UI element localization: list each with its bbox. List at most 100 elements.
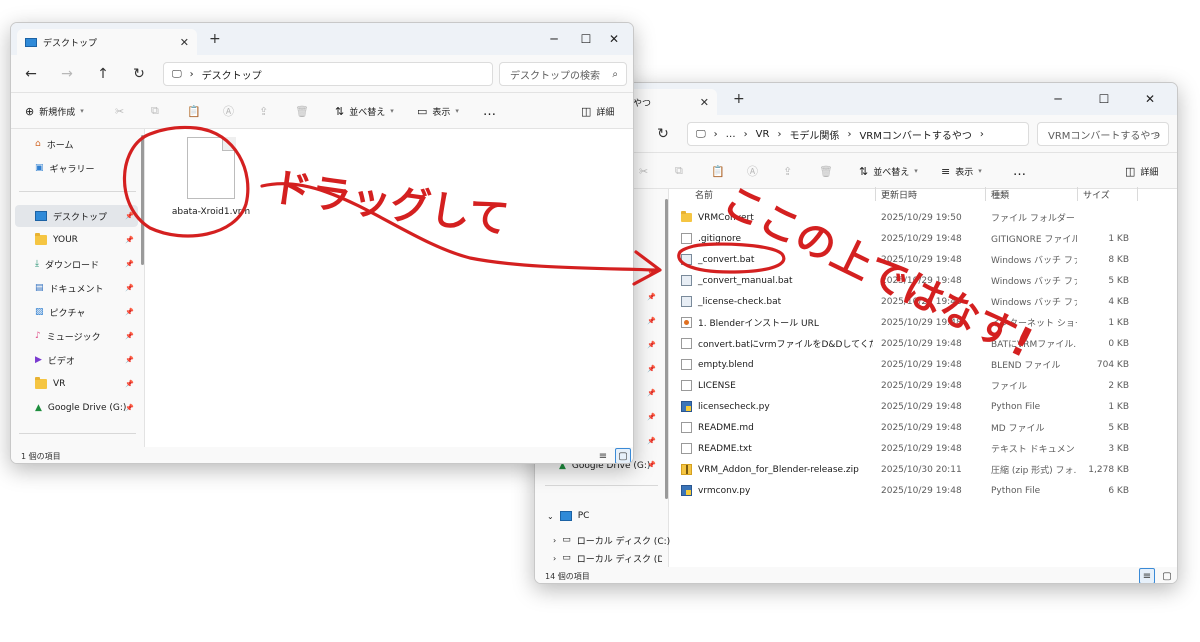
column-header-type[interactable]: 種類 xyxy=(991,183,1009,205)
refresh-button[interactable]: ↻ xyxy=(127,62,151,86)
sidebar-item-pc[interactable]: ⌄ PC xyxy=(539,505,662,527)
tab-close-icon[interactable]: ✕ xyxy=(180,36,189,49)
share-button[interactable]: ⇪ xyxy=(259,93,268,129)
minimize-button[interactable]: ─ xyxy=(1035,83,1081,115)
more-label: … xyxy=(1013,163,1026,179)
column-divider[interactable] xyxy=(1077,187,1078,201)
address-bar[interactable]: 🖵 › デスクトップ xyxy=(163,62,493,86)
breadcrumb-desktop[interactable]: デスクトップ xyxy=(202,67,262,82)
search-input[interactable]: デスクトップの検索 ⌕ xyxy=(499,62,627,86)
table-row[interactable]: empty.blend 2025/10/29 19:48 BLEND ファイル 704… xyxy=(675,354,1175,375)
refresh-button[interactable]: ↻ xyxy=(651,122,675,146)
sidebar-label: PC xyxy=(577,511,590,521)
tab-close-icon[interactable]: ✕ xyxy=(700,96,709,109)
sidebar-item-downloads[interactable]: ⤓ ダウンロード 📌 xyxy=(15,253,138,275)
table-row[interactable]: README.txt 2025/10/29 19:48 テキスト ドキュメント 3 K… xyxy=(675,438,1175,459)
search-input[interactable]: VRMコンバートするやつ ⌕ xyxy=(1037,122,1169,146)
maximize-button[interactable]: ☐ xyxy=(1081,83,1127,115)
close-button[interactable]: ✕ xyxy=(1127,83,1173,115)
table-row[interactable]: licensecheck.py 2025/10/29 19:48 Python Fi… xyxy=(675,396,1175,417)
file-type: MD ファイル xyxy=(991,424,1045,434)
column-header-size[interactable]: サイズ xyxy=(1083,183,1110,205)
sidebar-item-desktop[interactable]: デスクトップ 📌 xyxy=(15,205,138,227)
close-button[interactable]: ✕ xyxy=(591,23,633,55)
forward-button[interactable]: → xyxy=(55,62,79,86)
column-divider[interactable] xyxy=(985,187,986,201)
sidebar-item-local-disk-c[interactable]: › ▭ ローカル ディスク (C:) xyxy=(539,529,670,551)
breadcrumb-overflow[interactable]: … xyxy=(726,129,736,140)
column-header-name[interactable]: 名前 xyxy=(695,183,713,205)
table-row[interactable]: _convert_manual.bat 2025/10/29 19:48 Windo… xyxy=(675,270,1175,291)
cut-button[interactable]: ✂ xyxy=(639,153,648,189)
tiles-view-button[interactable]: ▢ xyxy=(615,448,631,463)
this-pc-icon: 🖵 xyxy=(696,128,706,140)
new-tab-button[interactable]: + xyxy=(209,31,221,47)
sidebar-item-music[interactable]: ♪ ミュージック 📌 xyxy=(15,325,138,347)
new-tab-button[interactable]: + xyxy=(733,91,745,107)
paste-button[interactable]: 📋 xyxy=(187,93,201,129)
sidebar-item-your[interactable]: YOUR 📌 xyxy=(15,229,138,251)
breadcrumb-model[interactable]: モデル関係 xyxy=(789,127,839,142)
sidebar-item-documents[interactable]: ▤ ドキュメント 📌 xyxy=(15,277,138,299)
file-type: BLEND ファイル xyxy=(991,361,1061,371)
sort-button[interactable]: ⇅ 並べ替え ▾ xyxy=(335,93,394,129)
sidebar-item-local-disk-d[interactable]: › ▭ ローカル ディスク (D:) xyxy=(539,551,662,565)
table-row[interactable]: .gitignore 2025/10/29 19:48 GITIGNORE ファイル… xyxy=(675,228,1175,249)
copy-button[interactable]: ⧉ xyxy=(151,93,159,129)
details-view-button[interactable]: ≡ xyxy=(1139,568,1155,583)
table-row[interactable]: vrmconv.py 2025/10/29 19:48 Python File 6 K… xyxy=(675,480,1175,501)
sidebar-scrollbar[interactable] xyxy=(665,199,668,499)
tiles-view-button[interactable]: ▢ xyxy=(1159,568,1175,583)
table-row[interactable]: VRMConvert 2025/10/29 19:50 ファイル フォルダー xyxy=(675,207,1175,228)
google-drive-icon: ▲ xyxy=(35,403,42,413)
vrm-file-item[interactable]: abata-Xroid1.vrm xyxy=(167,135,255,225)
breadcrumb-vr[interactable]: VR xyxy=(756,129,770,140)
file-name-label: abata-Xroid1.vrm xyxy=(171,207,251,217)
status-bar: 14 個の項目 xyxy=(535,567,1177,583)
address-bar[interactable]: 🖵 › … › VR › モデル関係 › VRMコンバートするやつ › xyxy=(687,122,1029,146)
new-button[interactable]: ⊕ 新規作成 ▾ xyxy=(25,93,84,129)
breadcrumb-vrm-convert[interactable]: VRMコンバートするやつ xyxy=(859,127,971,142)
file-type: Python File xyxy=(991,401,1041,412)
trash-icon: 🗑 xyxy=(295,104,309,118)
share-icon: ⇪ xyxy=(259,104,269,118)
file-name-cell: convert.batにvrmファイルをD&Dしてください。... xyxy=(681,333,873,354)
details-view-button[interactable]: ≡ xyxy=(595,448,611,463)
table-row[interactable]: README.md 2025/10/29 19:48 MD ファイル 5 KB xyxy=(675,417,1175,438)
file-name: 1. Blenderインストール URL xyxy=(698,319,819,329)
column-divider[interactable] xyxy=(875,187,876,201)
details-pane-button[interactable]: ◫ 詳細 xyxy=(581,93,614,129)
file-size: 6 KB xyxy=(1108,485,1129,496)
column-header-date[interactable]: 更新日時 xyxy=(881,183,917,205)
sidebar-scrollbar[interactable] xyxy=(141,135,144,265)
delete-button[interactable]: 🗑 xyxy=(295,93,309,129)
table-row[interactable]: LICENSE 2025/10/29 19:48 ファイル 2 KB xyxy=(675,375,1175,396)
sort-icon: ⇅ xyxy=(335,104,345,118)
file-size: 5 KB xyxy=(1108,422,1129,433)
table-row[interactable]: convert.batにvrmファイルをD&Dしてください。... 2025/10… xyxy=(675,333,1175,354)
chevron-right-icon: › xyxy=(553,535,557,545)
table-row[interactable]: _license-check.bat 2025/10/29 19:48 Window… xyxy=(675,291,1175,312)
sidebar-item-home[interactable]: ⌂ ホーム xyxy=(15,133,138,155)
cut-button[interactable]: ✂ xyxy=(115,93,124,129)
back-button[interactable]: ← xyxy=(19,62,43,86)
file-type: テキスト ドキュメント xyxy=(991,445,1077,455)
view-button[interactable]: ▭ 表示 ▾ xyxy=(417,93,459,129)
column-divider[interactable] xyxy=(1137,187,1138,201)
file-type: インターネット ショート... xyxy=(991,319,1077,329)
table-row[interactable]: VRM_Addon_for_Blender-release.zip 2025/10… xyxy=(675,459,1175,480)
tab-desktop[interactable]: デスクトップ ✕ xyxy=(17,29,197,55)
rename-button[interactable]: Ⓐ xyxy=(223,93,234,129)
chevron-down-icon: ▾ xyxy=(914,167,918,175)
table-row[interactable]: _convert.bat 2025/10/29 19:48 Windows バッチ … xyxy=(675,249,1175,270)
sidebar-item-vr[interactable]: VR 📌 xyxy=(15,373,138,395)
tab-current-folder[interactable]: やつ ✕ xyxy=(625,89,717,115)
more-options-button[interactable]: … xyxy=(483,93,496,129)
sidebar-item-pictures[interactable]: ▨ ピクチャ 📌 xyxy=(15,301,138,323)
view-label: 表示 xyxy=(432,107,451,118)
sidebar-item-gallery[interactable]: ▣ ギャラリー xyxy=(15,157,138,179)
table-row[interactable]: 1. Blenderインストール URL 2025/10/29 19:48 インター… xyxy=(675,312,1175,333)
up-button[interactable]: ↑ xyxy=(91,62,115,86)
sidebar-item-google-drive[interactable]: ▲ Google Drive (G:) 📌 xyxy=(15,397,138,419)
sidebar-item-videos[interactable]: ▶ ビデオ 📌 xyxy=(15,349,138,371)
